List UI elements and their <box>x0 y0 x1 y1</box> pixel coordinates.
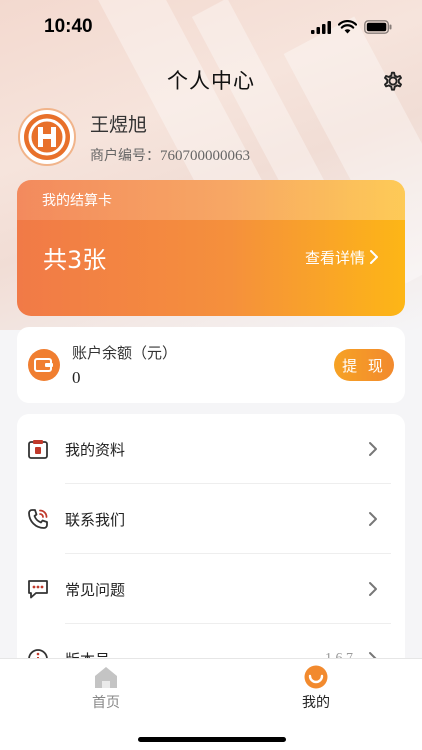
user-name: 王煜旭 <box>90 113 148 136</box>
balance-card: 账户余额（元） 0 提 现 <box>17 327 405 403</box>
merchant-id: 760700000063 <box>160 147 250 164</box>
profile-section: 王煜旭 商户编号：760700000063 <box>18 107 250 167</box>
menu-list: 我的资料 联系我们 常见问题 <box>17 414 405 674</box>
menu-label-faq: 常见问题 <box>65 580 126 599</box>
menu-item-profile[interactable]: 我的资料 <box>17 414 405 484</box>
nav-bar: 个人中心 <box>0 60 422 100</box>
balance-value: 0 <box>72 368 81 387</box>
chevron-right-icon <box>369 512 377 526</box>
wallet-icon <box>28 349 60 381</box>
menu-item-faq[interactable]: 常见问题 <box>17 554 405 624</box>
profile-icon <box>28 440 48 459</box>
balance-label: 账户余额（元） <box>72 344 178 362</box>
home-indicator <box>138 737 286 742</box>
settlement-card[interactable]: 我的结算卡 共3张 查看详情 <box>17 180 405 316</box>
chevron-right-icon <box>369 442 377 456</box>
chevron-right-icon <box>369 582 377 596</box>
view-details-label: 查看详情 <box>304 248 365 267</box>
status-bar: 10:40 <box>0 0 422 54</box>
faq-icon <box>28 580 48 599</box>
tab-mine[interactable]: 我的 <box>276 665 356 712</box>
tab-mine-label: 我的 <box>302 695 330 711</box>
menu-label-contact: 联系我们 <box>65 510 126 529</box>
wifi-icon <box>338 20 357 34</box>
phone-icon <box>28 509 48 529</box>
merchant-label: 商户编号： <box>90 147 160 164</box>
settlement-card-header: 我的结算卡 <box>17 180 405 220</box>
settlement-card-title: 我的结算卡 <box>42 193 112 209</box>
merchant-logo-icon <box>24 114 70 160</box>
merchant-number: 商户编号：760700000063 <box>90 145 250 165</box>
battery-icon <box>364 20 392 34</box>
view-details-link[interactable]: 查看详情 <box>305 247 379 268</box>
menu-label-profile: 我的资料 <box>65 440 126 459</box>
withdraw-button[interactable]: 提 现 <box>334 349 394 381</box>
signal-icon <box>311 20 331 34</box>
settings-gear-icon[interactable] <box>380 68 406 94</box>
menu-item-contact[interactable]: 联系我们 <box>17 484 405 554</box>
home-icon <box>95 667 117 688</box>
chevron-right-icon <box>370 250 378 264</box>
smile-icon <box>304 665 328 689</box>
status-time: 10:40 <box>44 16 93 37</box>
avatar[interactable] <box>18 108 76 166</box>
tab-home-label: 首页 <box>92 695 120 711</box>
settlement-card-count: 共3张 <box>43 245 107 274</box>
tab-home[interactable]: 首页 <box>66 665 146 712</box>
page-title: 个人中心 <box>167 69 255 93</box>
